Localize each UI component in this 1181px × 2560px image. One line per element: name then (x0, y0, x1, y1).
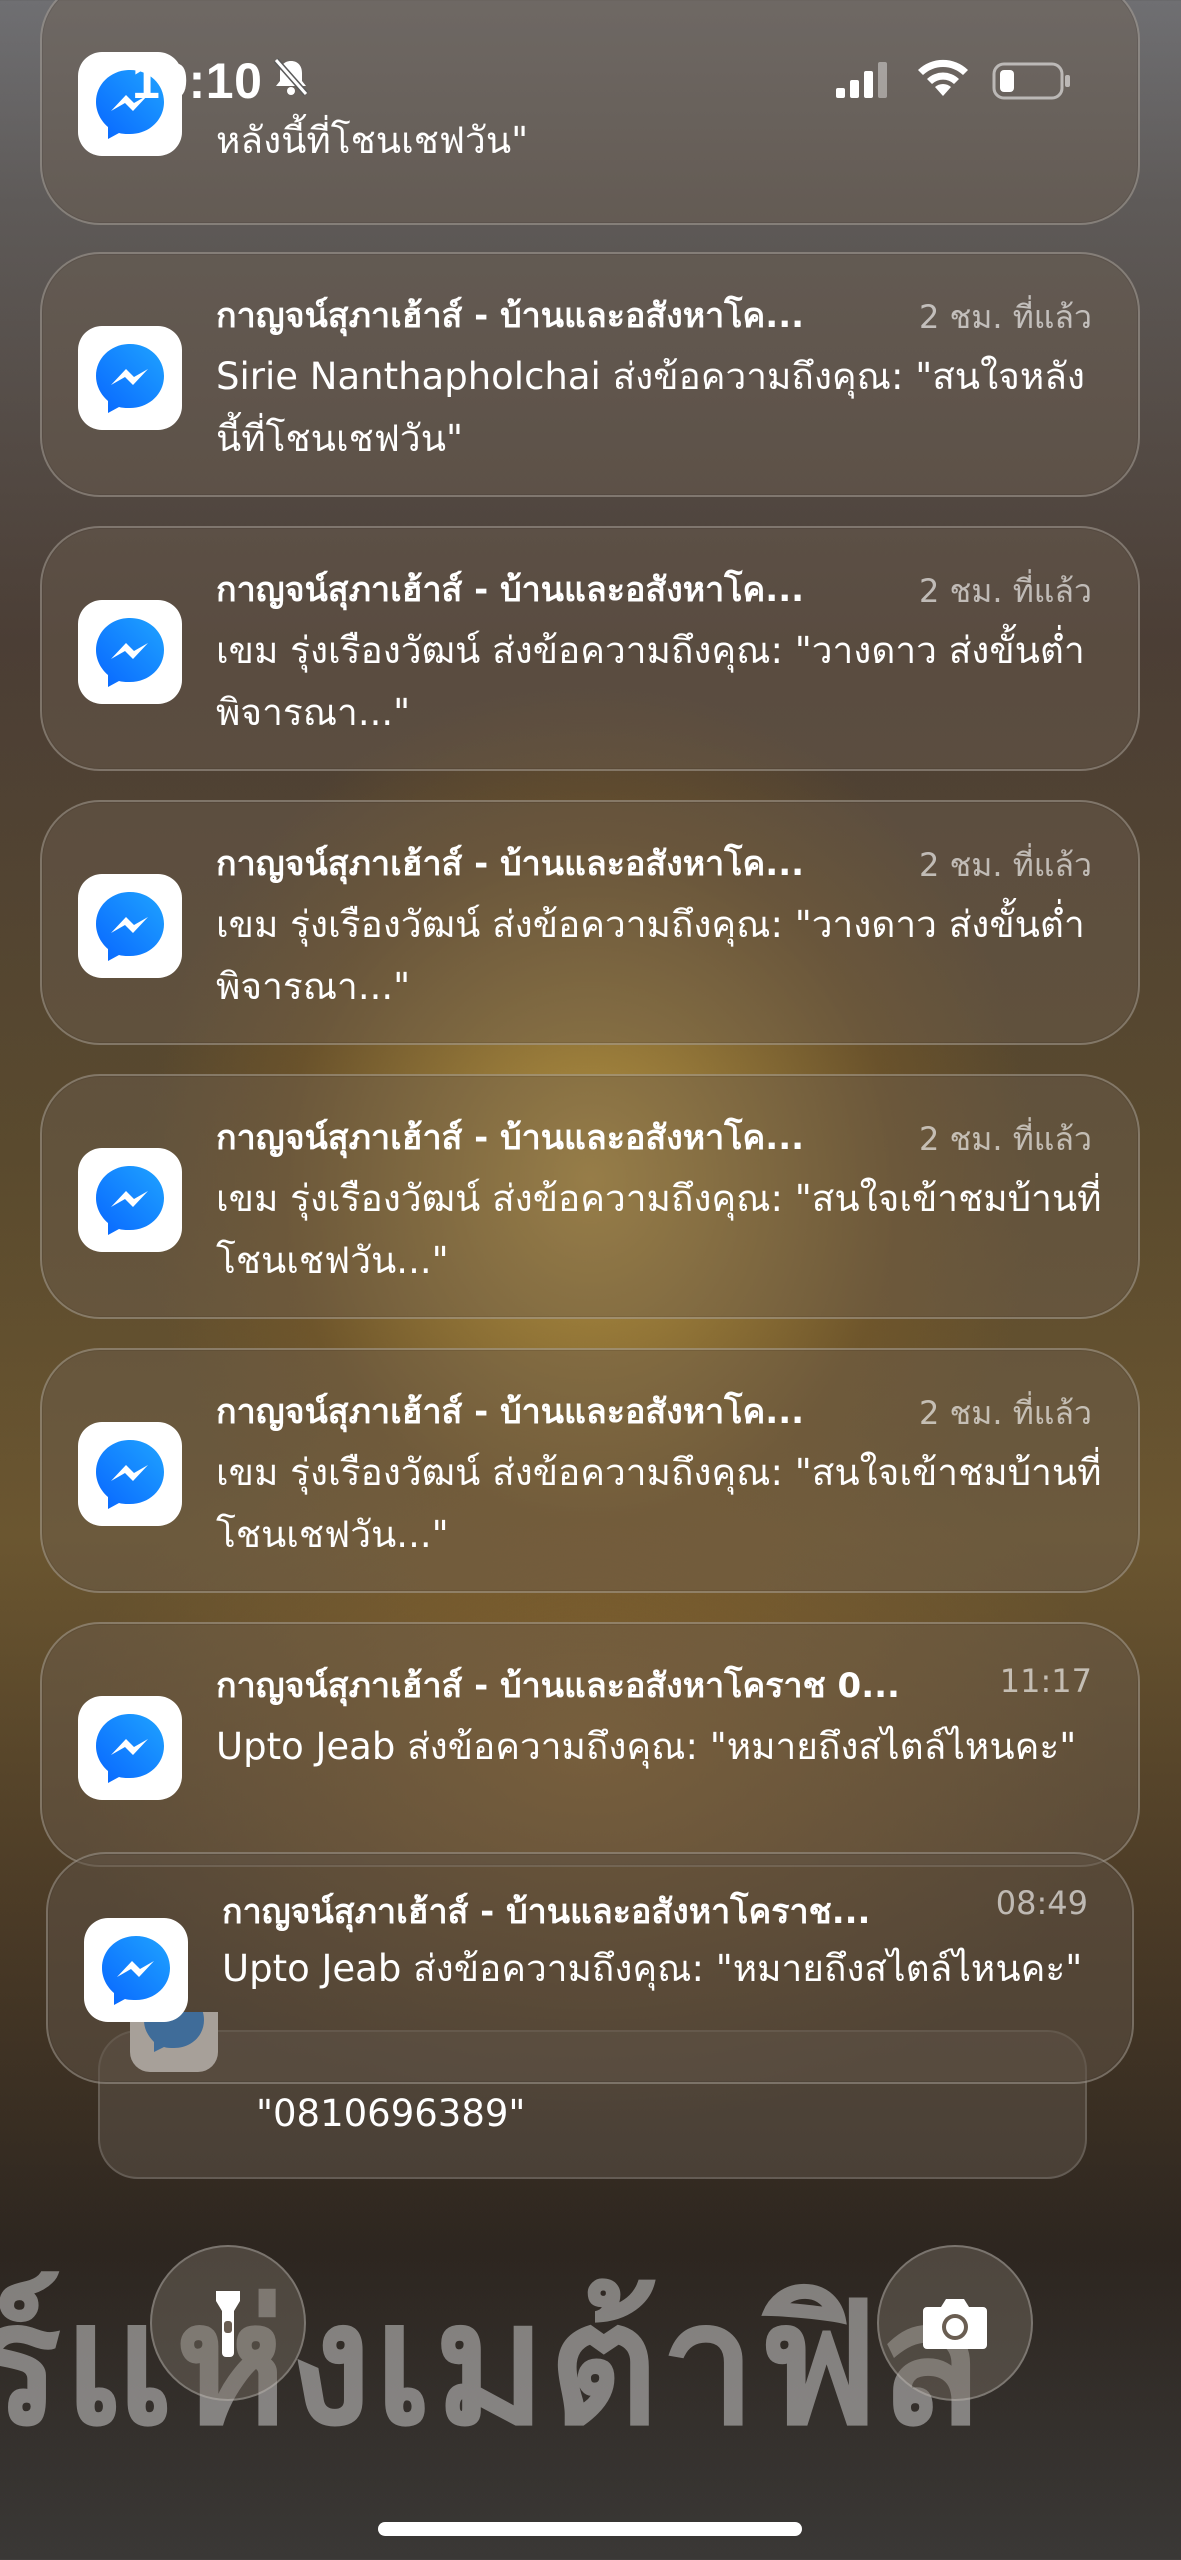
flashlight-button[interactable] (150, 2245, 306, 2401)
notification-card[interactable]: กาญจน์สุภาเฮ้าส์ - บ้านและอสังหาโค... 2 … (40, 526, 1140, 771)
camera-button[interactable] (877, 2245, 1033, 2401)
notification-body: เขม รุ่งเรืองวัฒน์ ส่งข้อความถึงคุณ: "วา… (216, 629, 1085, 734)
notification-time: 2 ชม. ที่แล้ว (919, 1120, 1092, 1158)
notification-time: 11:17 (999, 1662, 1092, 1700)
notification-title: กาญจน์สุภาเฮ้าส์ - บ้านและอสังหาโคราช 0.… (216, 1666, 900, 1706)
notification-title: กาญจน์สุภาเฮ้าส์ - บ้านและอสังหาโค... (216, 1392, 805, 1432)
status-time: 19:10 (132, 53, 263, 109)
notification-card[interactable]: กาญจน์สุภาเฮ้าส์ - บ้านและอสังหาโค... 2 … (40, 252, 1140, 497)
notification-card[interactable]: กาญจน์สุภาเฮ้าส์ - บ้านและอสังหาโคราช...… (46, 1852, 1134, 2084)
notification-body: Sirie Nanthapholchai ส่งข้อความถึงคุณ: "… (216, 355, 1085, 460)
notification-title: กาญจน์สุภาเฮ้าส์ - บ้านและอสังหาโค... (216, 1118, 805, 1158)
messenger-app-icon (78, 1148, 182, 1252)
messenger-app-icon (78, 1696, 182, 1800)
notification-time: 2 ชม. ที่แล้ว (919, 1394, 1092, 1432)
notification-body: เขม รุ่งเรืองวัฒน์ ส่งข้อความถึงคุณ: "สน… (216, 1177, 1102, 1282)
cellular-signal-icon (836, 62, 887, 98)
silent-bell-icon (273, 58, 309, 96)
messenger-app-icon (78, 326, 182, 430)
wifi-icon (918, 59, 968, 96)
notification-card[interactable]: กาญจน์สุภาเฮ้าส์ - บ้านและอสังหาโค... 2 … (40, 1348, 1140, 1593)
home-indicator[interactable] (378, 2522, 802, 2536)
messenger-app-icon (84, 1918, 188, 2022)
camera-icon (923, 2299, 987, 2349)
notification-body: Upto Jeab ส่งข้อความถึงคุณ: "หมายถึงสไตล… (222, 1947, 1083, 1990)
notification-card[interactable]: กาญจน์สุภาเฮ้าส์ - บ้านและอสังหาโค... 2 … (40, 1074, 1140, 1319)
battery-icon (992, 62, 1070, 100)
notification-body: เขม รุ่งเรืองวัฒน์ ส่งข้อความถึงคุณ: "วา… (216, 903, 1085, 1008)
notification-body: เขม รุ่งเรืองวัฒน์ ส่งข้อความถึงคุณ: "สน… (216, 1451, 1102, 1556)
messenger-app-icon (78, 874, 182, 978)
notification-title: กาญจน์สุภาเฮ้าส์ - บ้านและอสังหาโค... (216, 296, 805, 336)
notification-time: 2 ชม. ที่แล้ว (919, 572, 1092, 610)
notification-card[interactable]: กาญจน์สุภาเฮ้าส์ - บ้านและอสังหาโคราช 0.… (40, 1622, 1140, 1867)
notification-title: กาญจน์สุภาเฮ้าส์ - บ้านและอสังหาโค... (216, 844, 805, 884)
flashlight-icon (216, 2291, 240, 2357)
status-bar: 19:10 (0, 0, 1181, 160)
notification-body: Upto Jeab ส่งข้อความถึงคุณ: "หมายถึงสไตล… (216, 1725, 1077, 1768)
notification-title: กาญจน์สุภาเฮ้าส์ - บ้านและอสังหาโคราช... (222, 1892, 871, 1932)
notification-time: 08:49 (995, 1884, 1088, 1922)
messenger-app-icon (78, 600, 182, 704)
notification-time: 2 ชม. ที่แล้ว (919, 846, 1092, 884)
notification-time: 2 ชม. ที่แล้ว (919, 298, 1092, 336)
notification-title: กาญจน์สุภาเฮ้าส์ - บ้านและอสังหาโค... (216, 570, 805, 610)
notification-body: "0810696389" (256, 2092, 526, 2135)
messenger-app-icon (78, 1422, 182, 1526)
notification-card[interactable]: กาญจน์สุภาเฮ้าส์ - บ้านและอสังหาโค... 2 … (40, 800, 1140, 1045)
